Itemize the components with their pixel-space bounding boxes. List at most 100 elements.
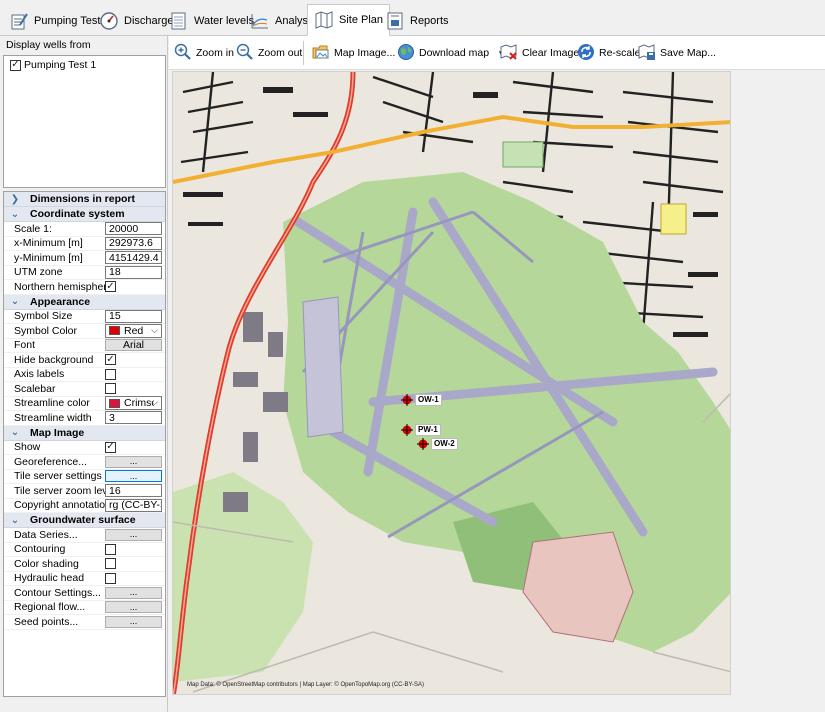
seed-points-button[interactable]: ... [105,615,162,628]
chevron-down-icon[interactable]: ⌵ [151,325,158,336]
toolbar-separator [303,41,304,65]
zoom-in-button[interactable]: Zoom in [174,43,234,63]
streamline-width-input[interactable]: 3 [105,411,162,425]
well-marker-ow-2[interactable]: OW-2 [417,438,458,450]
chevron-down-icon[interactable]: ⌵ [151,397,158,408]
georeference-button[interactable]: ... [105,455,162,468]
dropdown-value: Red [124,324,144,337]
hydraulic-head-checkbox[interactable] [105,572,116,584]
data-series-button[interactable]: ... [105,528,162,541]
property-label: Hide background [14,353,94,366]
toolbar-label: Zoom out [258,47,303,59]
property-row-font: Font Arial [4,339,165,353]
property-label: Scale 1: [14,222,52,235]
property-row-utm: UTM zone 18 [4,265,165,280]
well-label: OW-1 [415,394,442,406]
utm-zone-input[interactable]: 18 [105,265,162,279]
category-label: Map Image [30,426,85,439]
font-button[interactable]: Arial [105,339,162,352]
tile-server-settings-button[interactable]: ... [105,470,162,483]
chevron-down-icon[interactable]: ⌄ [10,427,20,438]
chevron-down-icon[interactable]: ⌄ [10,209,20,220]
property-row-seed-points: Seed points... ... [4,615,165,630]
contour-settings-button[interactable]: ... [105,586,162,599]
contouring-checkbox[interactable] [105,543,116,555]
property-row-hydraulic-head: Hydraulic head [4,572,165,586]
property-label: Scalebar [14,382,56,395]
well-crosshair-icon [401,424,413,436]
x-minimum-input[interactable]: 292973.6 [105,236,162,250]
toolbar-label: Zoom in [196,47,234,59]
save-map-icon [638,43,656,64]
property-label: Tile server zoom level [14,484,105,497]
download-map-button[interactable]: Download map ▾ [397,43,504,63]
chevron-down-icon[interactable]: ⌄ [10,296,20,307]
rescale-button[interactable]: Re-scale [577,43,640,63]
category-map-image[interactable]: ⌄ Map Image [4,425,165,441]
main-tab-strip: Pumping Test Discharge Water levels Anal… [0,0,825,36]
left-settings-panel: Display wells from ✓ Pumping Test 1 ❯ Di… [0,36,168,712]
northern-hemisphere-checkbox[interactable]: ✓ [105,281,116,293]
category-dimensions[interactable]: ❯ Dimensions in report [4,192,165,207]
wells-list[interactable]: ✓ Pumping Test 1 [3,55,166,188]
property-row-regional-flow: Regional flow... ... [4,601,165,615]
axis-labels-checkbox[interactable] [105,368,116,380]
property-label: Show [14,441,41,454]
well-marker-pw-1[interactable]: PW-1 [401,424,441,436]
property-label: Northern hemisphere [14,280,105,293]
property-label: Streamline color [14,397,90,410]
property-label: Contouring [14,543,66,556]
property-label: Symbol Color [14,324,78,337]
property-label: x-Minimum [m] [14,237,83,250]
property-label: Axis labels [14,368,65,381]
color-shading-checkbox[interactable] [105,558,116,570]
property-label: y-Minimum [m] [14,251,83,264]
property-label: Streamline width [14,411,92,424]
map-image-button[interactable]: Map Image... [312,43,395,63]
scale-input[interactable]: 20000 [105,222,162,236]
dropdown-value: Crimson [124,397,154,410]
property-grid: ❯ Dimensions in report ⌄ Coordinate syst… [3,191,166,697]
toolbar-label: Clear Image [522,47,580,59]
tile-zoom-input[interactable]: 16 [105,484,162,498]
symbol-size-input[interactable]: 15 [105,309,162,323]
property-row-northern: Northern hemisphere ✓ [4,280,165,295]
well-label: Pumping Test 1 [24,59,97,71]
report-icon [385,11,405,31]
zoom-out-icon [236,43,254,64]
chevron-right-icon[interactable]: ❯ [10,194,20,205]
property-row-symbol-color: Symbol Color Red ⌵ [4,323,165,339]
category-coordinate-system[interactable]: ⌄ Coordinate system [4,207,165,222]
property-label: Tile server settings [14,470,102,483]
property-row-hide-background: Hide background ✓ [4,353,165,368]
list-item[interactable]: ✓ Pumping Test 1 [10,59,96,71]
clear-image-button[interactable]: Clear Image [500,43,579,63]
show-map-checkbox[interactable]: ✓ [105,441,116,453]
map-area: OW-1 PW-1 OW-2 Map Data: © OpenStreetMap… [169,70,825,712]
streamline-color-dropdown[interactable]: Crimson ⌵ [105,396,162,411]
regional-flow-button[interactable]: ... [105,601,162,614]
property-row-streamline-color: Streamline color Crimson ⌵ [4,396,165,411]
site-plan-map[interactable]: OW-1 PW-1 OW-2 Map Data: © OpenStreetMap… [172,71,731,695]
category-appearance[interactable]: ⌄ Appearance [4,294,165,310]
well-marker-ow-1[interactable]: OW-1 [401,394,442,406]
well-checkbox[interactable]: ✓ [10,59,21,71]
clear-map-icon [500,43,518,64]
category-groundwater-surface[interactable]: ⌄ Groundwater surface [4,513,165,528]
wells-list-title: Display wells from [6,39,91,51]
zoom-out-button[interactable]: Zoom out [236,43,302,63]
map-toolbar: Zoom in Zoom out Map Image... Download m… [169,36,825,70]
hide-background-checkbox[interactable]: ✓ [105,354,116,366]
scalebar-checkbox[interactable] [105,383,116,395]
copyright-annotation-input[interactable]: rg (CC-BY-SA) [105,498,162,512]
symbol-color-dropdown[interactable]: Red ⌵ [105,323,162,338]
category-label: Coordinate system [30,208,125,220]
tab-reports[interactable]: Reports [378,6,456,36]
y-minimum-input[interactable]: 4151429.4 [105,251,162,265]
toolbar-label: Download map [419,47,490,59]
property-label: Contour Settings... [14,586,101,599]
property-row-tile-zoom: Tile server zoom level 16 [4,484,165,499]
save-map-button[interactable]: Save Map... [638,43,716,63]
chevron-down-icon[interactable]: ⌄ [10,515,20,526]
pumping-test-icon [9,11,29,31]
